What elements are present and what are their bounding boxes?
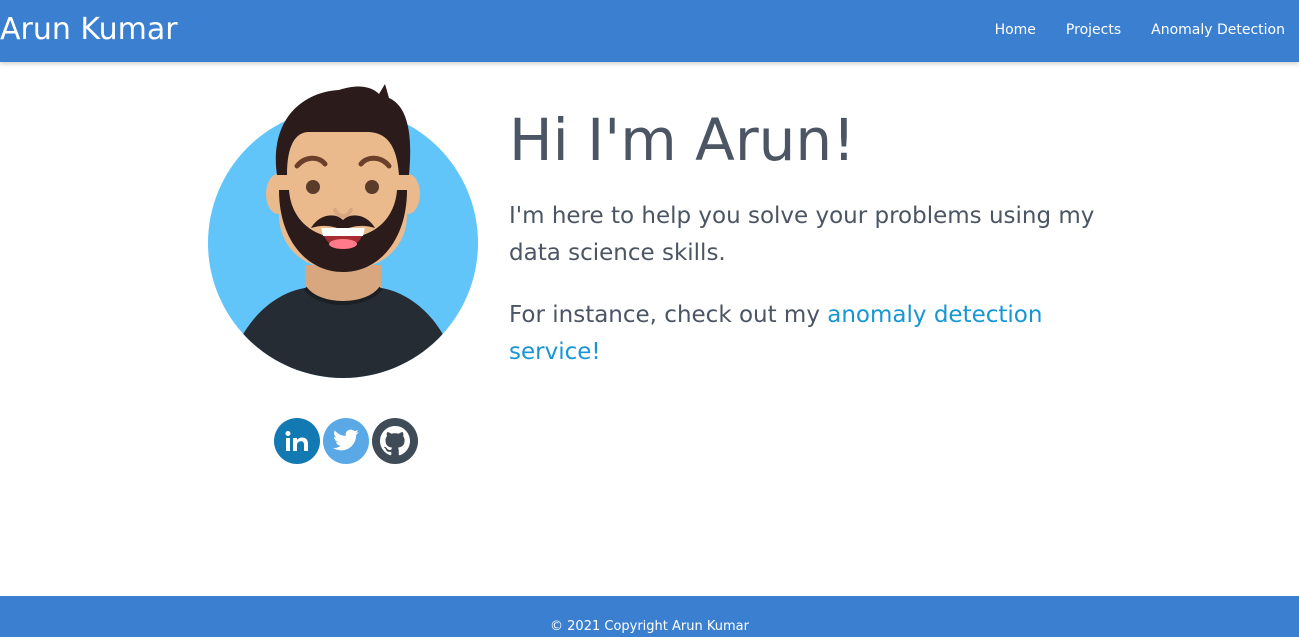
avatar [207,80,479,380]
cta-text: For instance, check out my [509,302,828,328]
page-title: Hi I'm Arun! [509,106,856,174]
nav-link-anomaly-detection[interactable]: Anomaly Detection [1151,20,1285,40]
github-icon [380,426,410,456]
linkedin-icon [284,430,310,452]
cta-paragraph: For instance, check out my anomaly detec… [509,297,1109,371]
nav-link-projects[interactable]: Projects [1066,20,1121,40]
nav-links: Home Projects Anomaly Detection [995,20,1285,40]
twitter-button[interactable] [323,418,369,464]
intro-paragraph: I'm here to help you solve your problems… [509,203,1095,266]
social-links [274,418,418,464]
github-button[interactable] [372,418,418,464]
twitter-icon [332,429,360,453]
footer: © 2021 Copyright Arun Kumar [0,596,1299,637]
linkedin-button[interactable] [274,418,320,464]
navbar: Arun Kumar Home Projects Anomaly Detecti… [0,0,1299,62]
avatar-illustration [208,84,478,378]
copyright-text: © 2021 Copyright Arun Kumar [550,619,749,634]
nav-link-home[interactable]: Home [995,20,1036,40]
brand-link[interactable]: Arun Kumar [0,10,178,50]
